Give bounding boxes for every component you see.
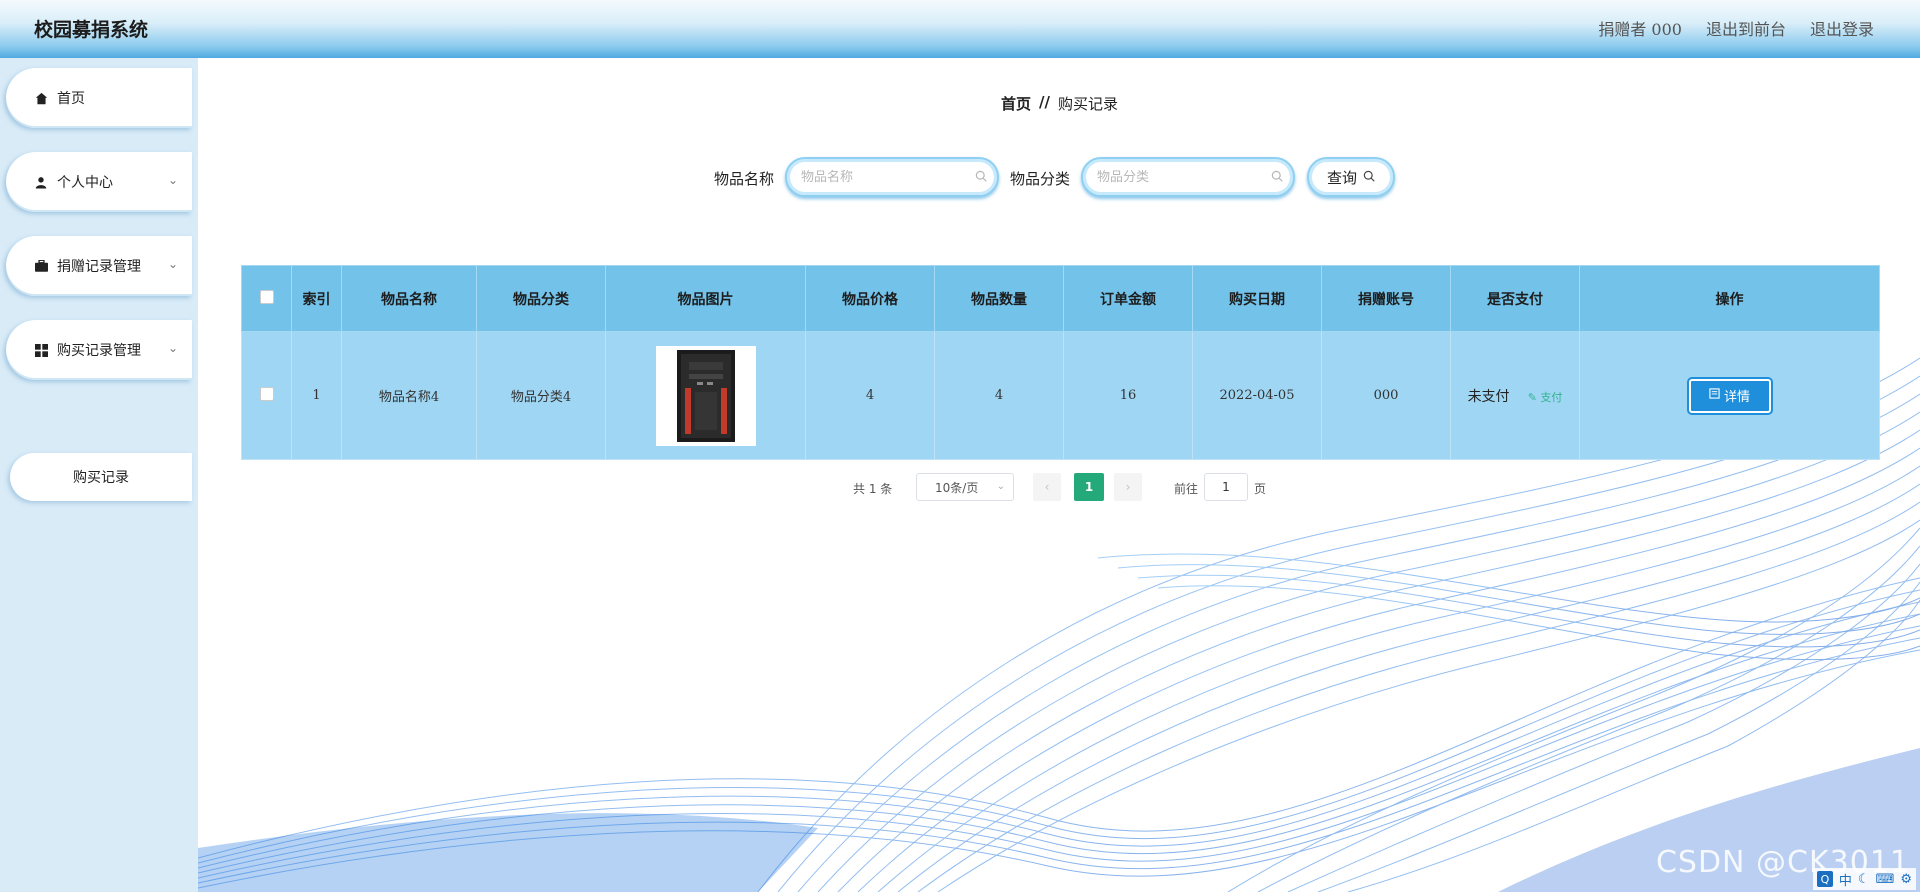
search-icon bbox=[1363, 168, 1375, 186]
chevron-down-icon: ⌄ bbox=[167, 173, 178, 187]
pc-case-icon bbox=[676, 349, 735, 442]
breadcrumb: 首页 // 购买记录 bbox=[1001, 93, 1118, 114]
purchase-records-table: 索引 物品名称 物品分类 物品图片 物品价格 物品数量 订单金额 购买日期 捐赠… bbox=[241, 265, 1880, 460]
sidebar-subitem-purchase-record[interactable]: 购买记录 bbox=[10, 453, 192, 501]
sidebar-item-label: 个人中心 bbox=[57, 175, 113, 191]
item-image-cell bbox=[605, 331, 806, 460]
item-name-search-box[interactable] bbox=[785, 157, 999, 197]
column-header: 物品分类 bbox=[476, 265, 606, 332]
item-category-label: 物品分类 bbox=[1010, 170, 1071, 188]
detail-button[interactable]: 详情 bbox=[1688, 378, 1771, 413]
chevron-down-icon: ⌄ bbox=[167, 341, 178, 355]
payment-status-cell: 未支付 ✎ 支付 bbox=[1450, 331, 1580, 460]
sidebar-item-purchase-records[interactable]: 购买记录管理 ⌄ bbox=[6, 320, 192, 380]
next-page-button[interactable]: › bbox=[1114, 473, 1142, 501]
user-label[interactable]: 捐赠者 000 bbox=[1598, 16, 1682, 40]
chevron-left-icon: ‹ bbox=[1044, 480, 1050, 494]
item-category-search-box[interactable] bbox=[1081, 157, 1295, 197]
breadcrumb-current: 购买记录 bbox=[1057, 95, 1118, 113]
breadcrumb-home[interactable]: 首页 bbox=[1001, 93, 1031, 114]
breadcrumb-separator: // bbox=[1039, 93, 1050, 111]
query-button[interactable]: 查询 bbox=[1307, 157, 1395, 197]
goto-label: 前往 bbox=[1174, 482, 1199, 496]
keyboard-icon[interactable]: ⌨ bbox=[1876, 872, 1895, 887]
header-actions: 捐赠者 000 退出到前台 退出登录 bbox=[1598, 16, 1874, 40]
purchase-date-cell: 2022-04-05 bbox=[1192, 331, 1322, 460]
ime-toolbar: Q 中 ☾ ⌨ ⚙ bbox=[1812, 868, 1916, 890]
sidebar-item-label: 捐赠记录管理 bbox=[57, 259, 141, 275]
donor-account-cell: 000 bbox=[1321, 331, 1451, 460]
document-icon bbox=[1709, 388, 1720, 403]
column-header: 是否支付 bbox=[1450, 265, 1580, 332]
pay-link[interactable]: ✎ 支付 bbox=[1528, 391, 1563, 404]
column-header: 操作 bbox=[1579, 265, 1880, 332]
item-name-input[interactable] bbox=[801, 169, 961, 185]
settings-icon[interactable]: ⚙ bbox=[1900, 872, 1912, 887]
row-checkbox[interactable] bbox=[259, 386, 274, 401]
goto-page-input[interactable]: 1 bbox=[1204, 473, 1248, 501]
sidebar-item-donation-records[interactable]: 捐赠记录管理 ⌄ bbox=[6, 236, 192, 296]
briefcase-icon bbox=[34, 259, 48, 273]
to-front-link[interactable]: 退出到前台 bbox=[1706, 16, 1786, 40]
ime-logo-icon[interactable]: Q bbox=[1816, 871, 1833, 887]
search-icon bbox=[1271, 170, 1283, 186]
actions-cell: 详情 bbox=[1579, 331, 1880, 460]
column-header: 捐赠账号 bbox=[1321, 265, 1451, 332]
item-quantity-cell: 4 bbox=[934, 331, 1064, 460]
item-category-cell: 物品分类4 bbox=[476, 331, 606, 460]
page-size-value: 10条/页 bbox=[935, 480, 979, 495]
column-header: 索引 bbox=[291, 265, 342, 332]
column-header: 物品价格 bbox=[805, 265, 935, 332]
main-content: 首页 // 购买记录 物品名称 物品分类 查询 bbox=[198, 58, 1920, 892]
table-row: 1 物品名称4 物品分类4 4 4 16 2022-04-05 000 未支付 … bbox=[241, 331, 1880, 460]
pagination: 共 1 条 10条/页 ⌄ ‹ 1 › 前往 1 页 bbox=[198, 472, 1920, 502]
table-header-row: 索引 物品名称 物品分类 物品图片 物品价格 物品数量 订单金额 购买日期 捐赠… bbox=[241, 265, 1880, 332]
select-all-checkbox[interactable] bbox=[259, 289, 274, 304]
sidebar-item-label: 首页 bbox=[57, 91, 85, 107]
index-cell: 1 bbox=[291, 331, 342, 460]
search-bar: 物品名称 物品分类 查询 bbox=[198, 157, 1920, 199]
page-suffix: 页 bbox=[1254, 482, 1267, 496]
column-header: 物品名称 bbox=[341, 265, 477, 332]
item-image[interactable] bbox=[655, 345, 756, 446]
column-header: 购买日期 bbox=[1192, 265, 1322, 332]
sidebar-item-label: 购买记录管理 bbox=[57, 343, 141, 359]
row-select-cell bbox=[241, 331, 292, 460]
chevron-right-icon: › bbox=[1125, 480, 1131, 494]
select-all-cell bbox=[241, 265, 292, 332]
page-size-select[interactable]: 10条/页 ⌄ bbox=[916, 473, 1014, 501]
sidebar: 首页 个人中心 ⌄ 捐赠记录管理 ⌄ 购买记录管理 ⌄ 购买记录 bbox=[0, 58, 198, 892]
app-title: 校园募捐系统 bbox=[34, 19, 149, 41]
sidebar-item-personal-center[interactable]: 个人中心 ⌄ bbox=[6, 152, 192, 212]
prev-page-button[interactable]: ‹ bbox=[1033, 473, 1061, 501]
moon-icon[interactable]: ☾ bbox=[1858, 872, 1870, 887]
edit-icon: ✎ bbox=[1527, 390, 1537, 404]
payment-status-text: 未支付 bbox=[1467, 388, 1510, 405]
logout-link[interactable]: 退出登录 bbox=[1810, 16, 1874, 40]
item-name-label: 物品名称 bbox=[714, 170, 775, 188]
search-icon bbox=[975, 170, 987, 186]
grid-icon bbox=[34, 343, 48, 357]
detail-button-label: 详情 bbox=[1723, 390, 1750, 405]
chevron-down-icon: ⌄ bbox=[167, 257, 178, 271]
sidebar-item-home[interactable]: 首页 bbox=[6, 68, 192, 128]
order-amount-cell: 16 bbox=[1063, 331, 1193, 460]
column-header: 物品图片 bbox=[605, 265, 806, 332]
item-category-input[interactable] bbox=[1097, 169, 1257, 185]
current-page-button[interactable]: 1 bbox=[1074, 473, 1104, 501]
user-icon bbox=[34, 175, 48, 189]
ime-chinese-icon[interactable]: 中 bbox=[1839, 870, 1852, 889]
pay-link-label: 支付 bbox=[1540, 390, 1563, 404]
total-count: 共 1 条 bbox=[853, 482, 893, 496]
top-header: 校园募捐系统 捐赠者 000 退出到前台 退出登录 bbox=[0, 0, 1920, 58]
item-name-cell: 物品名称4 bbox=[341, 331, 477, 460]
column-header: 订单金额 bbox=[1063, 265, 1193, 332]
item-price-cell: 4 bbox=[805, 331, 935, 460]
home-icon bbox=[34, 91, 48, 105]
column-header: 物品数量 bbox=[934, 265, 1064, 332]
query-button-label: 查询 bbox=[1326, 168, 1357, 187]
chevron-down-icon: ⌄ bbox=[996, 481, 1005, 492]
